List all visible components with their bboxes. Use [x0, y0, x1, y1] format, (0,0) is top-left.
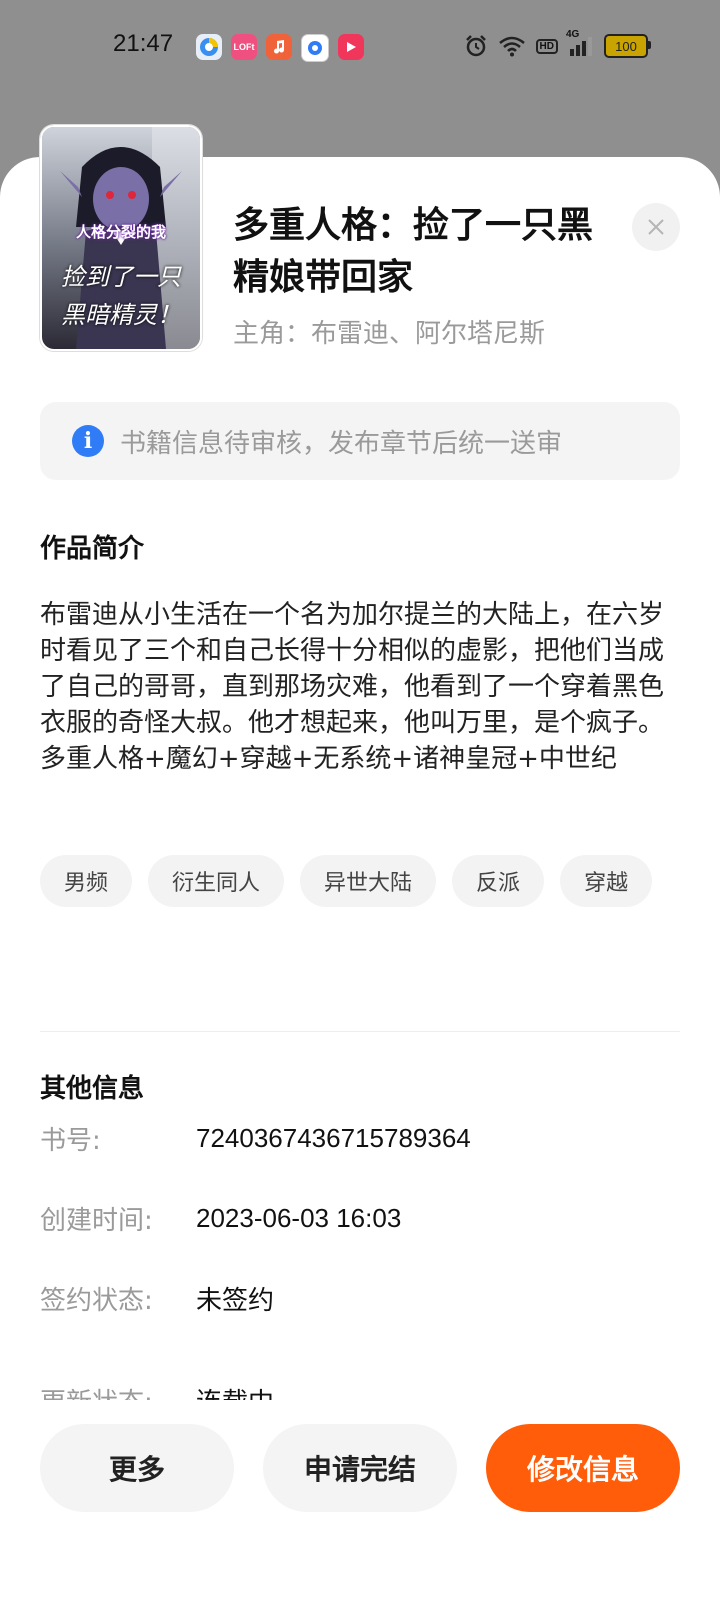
tag-chip[interactable]: 异世大陆 — [300, 855, 437, 907]
info-value: 2023-06-03 16:03 — [196, 1203, 402, 1233]
info-row-contract-status: 签约状态: 未签约 — [40, 1280, 274, 1317]
info-row-book-id: 书号: 7240367436715789364 — [40, 1120, 471, 1157]
close-icon — [648, 219, 664, 235]
close-button[interactable] — [632, 203, 680, 251]
tag-chip[interactable]: 反派 — [452, 855, 545, 907]
apply-complete-button[interactable]: 申请完结 — [263, 1424, 457, 1512]
info-value: 连载中 — [196, 1382, 274, 1400]
book-title: 多重人格：捡了一只黑精娘带回家 — [233, 205, 594, 298]
book-protagonist: 主角：布雷迪、阿尔塔尼斯 — [233, 319, 546, 349]
cover-title-top: 人格分裂的我 — [75, 223, 166, 241]
tag-chip[interactable]: 穿越 — [560, 855, 653, 907]
hd-badge: HD — [535, 38, 558, 54]
network-type: 4G — [566, 29, 580, 40]
book-cover[interactable]: 人格分裂的我 捡到了一只 黑暗精灵！ — [40, 125, 202, 351]
review-notice: i 书籍信息待审核，发布章节后统一送审 — [40, 402, 680, 480]
system-status-icons: HD 4G 100 — [464, 29, 651, 58]
status-bar: 21:47 LOFt HD 4G 100 — [0, 0, 720, 96]
info-row-update-status: 更新状态: 连载中 — [40, 1382, 274, 1400]
other-info-list[interactable]: 书号: 7240367436715789364 创建时间: 2023-06-03… — [0, 1120, 720, 1400]
section-divider — [40, 1031, 680, 1032]
info-label: 更新状态: — [40, 1382, 196, 1400]
video-icon — [338, 34, 364, 60]
tag-list: 男频 衍生同人 异世大陆 反派 穿越 — [40, 855, 690, 907]
more-button[interactable]: 更多 — [40, 1424, 234, 1512]
camera-icon — [301, 34, 329, 62]
status-time: 21:47 — [113, 30, 174, 57]
info-label: 创建时间: — [40, 1206, 153, 1236]
info-icon: i — [72, 425, 104, 457]
info-value: 未签约 — [196, 1286, 275, 1316]
synopsis-body: 布雷迪从小生活在一个名为加尔提兰的大陆上，在六岁时看见了三个和自己长得十分相似的… — [40, 600, 665, 774]
lofter-icon: LOFt — [231, 34, 257, 60]
lofter-icon-text: LOFt — [233, 42, 255, 52]
cover-title-main-1: 捡到了一只 — [61, 263, 181, 291]
review-notice-text: 书籍信息待审核，发布章节后统一送审 — [120, 428, 563, 459]
battery-icon: 100 — [604, 34, 651, 58]
info-value: 7240367436715789364 — [196, 1123, 471, 1153]
cover-title-main-2: 黑暗精灵！ — [61, 301, 181, 329]
tag-chip[interactable]: 男频 — [40, 855, 133, 907]
other-info-heading: 其他信息 — [40, 1074, 145, 1104]
action-bar: 更多 申请完结 修改信息 — [40, 1424, 680, 1512]
synopsis-heading: 作品简介 — [40, 534, 145, 564]
info-row-created-time: 创建时间: 2023-06-03 16:03 — [40, 1200, 401, 1237]
info-label: 签约状态: — [40, 1286, 153, 1316]
info-label: 书号: — [40, 1126, 101, 1156]
wifi-icon — [498, 35, 526, 57]
signal-icon: 4G — [566, 29, 594, 57]
alarm-icon — [464, 34, 488, 58]
music-icon — [266, 34, 292, 60]
edit-info-button[interactable]: 修改信息 — [486, 1424, 680, 1512]
tag-chip[interactable]: 衍生同人 — [148, 855, 285, 907]
notification-app-icons: LOFt — [196, 34, 364, 62]
browser-icon — [196, 34, 222, 60]
